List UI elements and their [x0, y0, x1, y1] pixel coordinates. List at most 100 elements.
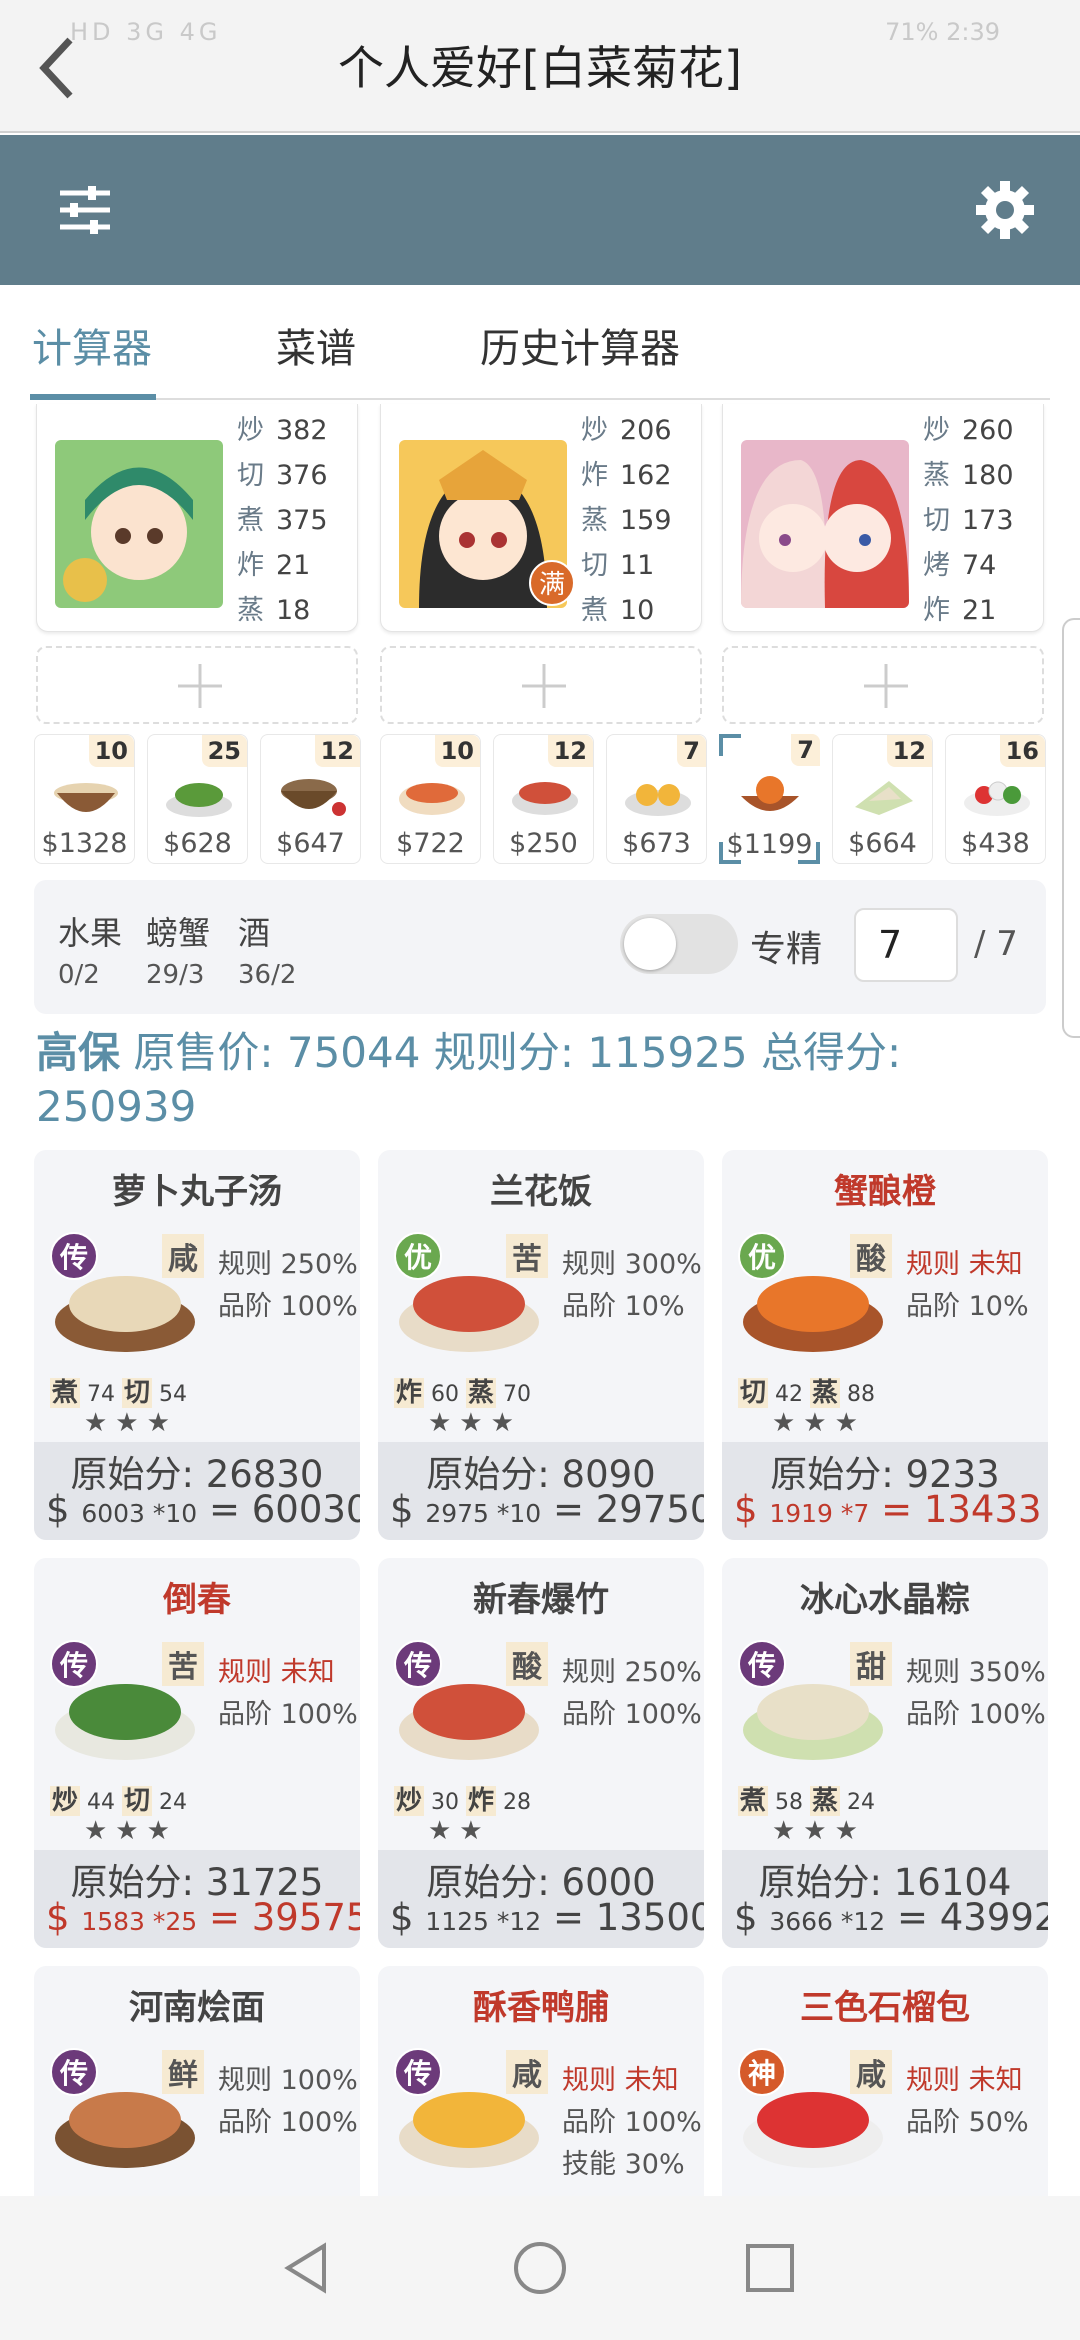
dish-qty: 7: [677, 735, 706, 767]
dish-strip-item[interactable]: 16 $438: [945, 734, 1046, 864]
recipe-card[interactable]: 兰花饭优 苦规则 300% 品阶 10% 炸 60 蒸 70 ★★★ 原始分: 8090 $…: [378, 1150, 704, 1540]
recipe-name: 萝卜丸子汤: [112, 1172, 282, 1212]
dish-strip-item[interactable]: 12 $647: [260, 734, 361, 864]
dish-qty: 10: [434, 735, 480, 767]
price-calc: $ 2975 *10 = 29750: [390, 1488, 704, 1531]
rule-info: 规则 未知 品阶 100% 技能 30%: [562, 2065, 702, 2180]
dish-price: $664: [848, 828, 917, 859]
star-rating: ★★★: [84, 1816, 178, 1846]
rule-info: 规则 300% 品阶 10%: [562, 1249, 702, 1322]
tab-history-calculator[interactable]: 历史计算器: [480, 316, 680, 374]
flavor-tag: 鲜: [162, 2050, 204, 2094]
dish-price: $250: [509, 828, 578, 859]
recipe-card[interactable]: 新春爆竹传 酸规则 250% 品阶 100% 炒 30 炸 28 ★★ 原始分: 6000…: [378, 1558, 704, 1948]
recipe-name: 河南烩面: [129, 1988, 265, 2028]
chef-card-3[interactable]: 炒 260 蒸 180 切 173 烤 74 炸 21: [722, 404, 1044, 632]
recipe-name: 酥香鸭脯: [473, 1988, 609, 2028]
chef-card-2[interactable]: 满 炒 206 炸 162 蒸 159 切 11 煮 10: [380, 404, 702, 632]
nav-back-icon[interactable]: [278, 2238, 338, 2298]
recipe-card[interactable]: 萝卜丸子汤传 咸规则 250% 品阶 100% 煮 74 切 54 ★★★ 原始分: 26…: [34, 1150, 360, 1540]
filter-wine-count: 36/2: [238, 960, 297, 990]
score-summary: 高保 原售价: 75044 规则分: 115925 总得分: 250939: [36, 1026, 1056, 1134]
score-box: 原始分: 6000 $ 1125 *12 = 13500: [378, 1850, 704, 1948]
filter-crab-label: 螃蟹: [146, 914, 211, 952]
flavor-tag: 甜: [850, 1642, 892, 1686]
flavor-tag: 咸: [850, 2050, 892, 2094]
add-equipment-slot-2[interactable]: [380, 646, 702, 724]
add-equipment-slot-3[interactable]: [722, 646, 1044, 724]
rule-info: 规则 350% 品阶 100%: [906, 1657, 1046, 1730]
tab-bar: 计算器 菜谱 历史计算器: [30, 290, 1050, 400]
flavor-tag: 酸: [850, 1234, 892, 1278]
dish-strip-item-selected[interactable]: 7 $1199: [719, 734, 820, 864]
dish-price: $647: [276, 828, 345, 859]
rarity-badge: 传: [50, 1232, 98, 1280]
plus-icon: [178, 664, 222, 708]
zhuanjing-toggle[interactable]: [620, 914, 738, 974]
dish-strip-item[interactable]: 12 $664: [832, 734, 933, 864]
summary-line-1: 原售价: 75044 规则分: 115925 总得分:: [120, 1028, 902, 1077]
rarity-badge: 传: [50, 2048, 98, 2096]
skill-requirements: 炒 30 炸 28: [394, 1786, 532, 1816]
count-input[interactable]: 7: [854, 908, 958, 982]
dish-qty: 12: [314, 735, 360, 767]
dish-strip-item[interactable]: 10 $722: [380, 734, 481, 864]
recipe-name: 兰花饭: [490, 1172, 592, 1212]
gear-icon[interactable]: [970, 175, 1040, 245]
recipe-name: 新春爆竹: [473, 1580, 609, 1620]
dish-strip-item[interactable]: 7 $673: [606, 734, 707, 864]
recipe-name: 蟹酿橙: [834, 1172, 936, 1212]
rarity-badge: 优: [394, 1232, 442, 1280]
dish-thumbnail: [166, 783, 232, 817]
recipe-card[interactable]: 蟹酿橙优 酸规则 未知 品阶 10% 切 42 蒸 88 ★★★ 原始分: 9233 $ 1…: [722, 1150, 1048, 1540]
plus-icon: [522, 664, 566, 708]
rule-info: 规则 未知 品阶 50%: [906, 2065, 1029, 2138]
flavor-tag: 苦: [506, 1234, 548, 1278]
recipe-card[interactable]: 冰心水晶粽传 甜规则 350% 品阶 100% 煮 58 蒸 24 ★★★ 原始分: 16…: [722, 1558, 1048, 1948]
dish-thumbnail: [512, 782, 578, 815]
star-rating: ★★★: [772, 1816, 866, 1846]
dish-thumbnail: [741, 776, 799, 811]
nav-home-icon[interactable]: [510, 2238, 570, 2298]
skill-requirements: 煮 58 蒸 24: [738, 1786, 876, 1816]
dish-strip-item[interactable]: 25 $628: [147, 734, 248, 864]
flavor-tag: 酸: [506, 1642, 548, 1686]
rule-info: 规则 250% 品阶 100%: [218, 1249, 358, 1322]
maxed-badge: 满: [529, 560, 575, 606]
rule-info: 规则 250% 品阶 100%: [562, 1657, 702, 1730]
chef-stats: 炒 206 炸 162 蒸 159 切 11 煮 10: [581, 415, 672, 626]
dish-price: $1199: [726, 829, 813, 860]
recipe-card[interactable]: 倒春传 苦规则 未知 品阶 100% 炒 44 切 24 ★★★ 原始分: 31725 $ …: [34, 1558, 360, 1948]
price-calc: $ 3666 *12 = 43992: [734, 1896, 1048, 1939]
price-calc: $ 6003 *10 = 60030: [46, 1488, 360, 1531]
dish-qty: 25: [201, 735, 247, 767]
dish-thumbnail: [964, 781, 1030, 816]
recipe-name: 三色石榴包: [800, 1988, 970, 2028]
dish-strip-item[interactable]: 10 $1328: [34, 734, 135, 864]
filter-fruit-label: 水果: [58, 914, 123, 952]
nav-recents-icon[interactable]: [740, 2238, 800, 2298]
dish-thumbnail: [399, 783, 465, 815]
side-panel-handle[interactable]: [1062, 618, 1080, 1038]
add-equipment-slot-1[interactable]: [36, 646, 358, 724]
page-title: 个人爱好[白菜菊花]: [338, 41, 742, 95]
tab-calculator[interactable]: 计算器: [32, 316, 152, 374]
rule-info: 规则 未知 品阶 100%: [218, 1657, 358, 1730]
dish-qty: 12: [886, 735, 932, 767]
recipe-name: 倒春: [163, 1580, 231, 1620]
rarity-badge: 传: [394, 1640, 442, 1688]
score-box: 原始分: 16104 $ 3666 *12 = 43992: [722, 1850, 1048, 1948]
dish-price: $628: [163, 828, 232, 859]
filter-icon[interactable]: [50, 175, 120, 245]
tab-recipes[interactable]: 菜谱: [276, 316, 356, 374]
gaobao-label: 高保: [36, 1028, 121, 1077]
dish-strip-item[interactable]: 12 $250: [493, 734, 594, 864]
star-rating: ★★★: [772, 1408, 866, 1438]
chef-card-1[interactable]: 炒 382 切 376 煮 375 炸 21 蒸 18: [36, 404, 358, 632]
dish-thumbnail: [54, 783, 118, 812]
chef-stats: 炒 382 切 376 煮 375 炸 21 蒸 18: [237, 415, 328, 626]
filter-fruit-count: 0/2: [58, 960, 100, 990]
star-rating: ★★: [428, 1816, 491, 1846]
flavor-tag: 咸: [506, 2050, 548, 2094]
chef-avatar: [741, 440, 909, 608]
